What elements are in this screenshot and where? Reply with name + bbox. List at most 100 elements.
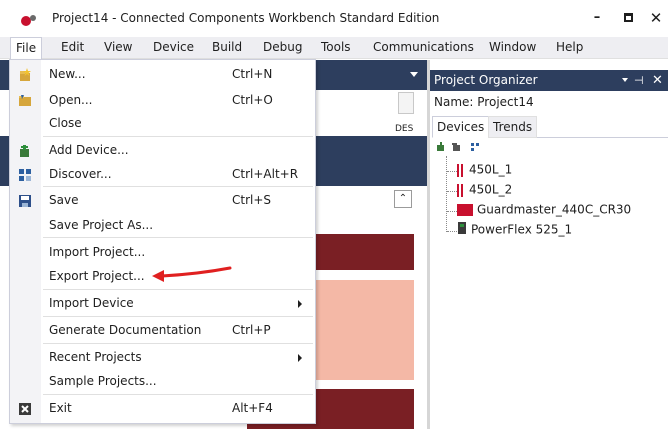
menu-shortcut: Ctrl+P	[232, 323, 271, 337]
collapse-button[interactable]: ⌃	[394, 190, 412, 208]
menu-build[interactable]: Build	[207, 37, 247, 59]
save-disk-icon	[19, 195, 31, 207]
device-label: Guardmaster_440C_CR30	[477, 202, 632, 217]
menu-item-new[interactable]: New... Ctrl+N	[10, 62, 315, 88]
menu-label: Open...	[49, 93, 93, 107]
menu-device[interactable]: Device	[148, 37, 199, 59]
tree-branch	[447, 211, 457, 212]
file-menu-dropdown: New... Ctrl+N Open... Ctrl+O Close Add D…	[9, 59, 316, 424]
submenu-arrow-icon	[298, 300, 302, 308]
device-label: PowerFlex 525_1	[471, 222, 573, 237]
project-name-value: Project14	[477, 95, 534, 109]
annotation-arrow-icon	[152, 266, 232, 282]
menu-separator	[43, 136, 313, 137]
menu-label: Generate Documentation	[49, 323, 202, 337]
project-organizer-title: Project Organizer	[430, 70, 668, 91]
menu-debug[interactable]: Debug	[258, 37, 307, 59]
tree-branch	[447, 231, 457, 232]
menu-label: Sample Projects...	[49, 374, 157, 388]
minimize-button[interactable]: –	[580, 4, 614, 32]
tree-branch	[447, 171, 457, 172]
design-view-icon[interactable]	[398, 92, 414, 114]
menu-item-exit[interactable]: Exit Alt+F4	[10, 396, 315, 422]
close-window-button[interactable]: ✕	[639, 4, 668, 32]
menu-label: Close	[49, 116, 82, 130]
menu-label: Recent Projects	[49, 350, 142, 364]
tab-trends[interactable]: Trends	[488, 116, 538, 138]
menu-label: Import Device	[49, 296, 134, 310]
project-name-label: Name:	[434, 95, 474, 109]
menu-item-save-as[interactable]: Save Project As...	[10, 213, 315, 239]
project-name: Name: Project14	[434, 95, 534, 109]
organizer-tabs: Devices Trends	[432, 116, 668, 138]
tab-dropdown-icon[interactable]	[410, 72, 418, 77]
panel-close-button[interactable]: ✕	[652, 70, 663, 91]
tree-branch	[447, 191, 457, 192]
menu-shortcut: Ctrl+Alt+R	[232, 167, 299, 181]
title-bar: Project14 - Connected Components Workben…	[0, 0, 668, 37]
exit-icon	[19, 403, 31, 415]
menu-shortcut: Ctrl+N	[232, 67, 273, 81]
menu-label: Save Project As...	[49, 218, 154, 232]
open-folder-icon	[19, 95, 31, 106]
menu-separator	[43, 186, 313, 187]
panel-options-icon[interactable]	[622, 78, 628, 82]
menu-item-generate-docs[interactable]: Generate Documentation Ctrl+P	[10, 318, 315, 344]
tab-devices[interactable]: Devices	[432, 116, 490, 138]
menu-item-sample-projects[interactable]: Sample Projects...	[10, 369, 315, 395]
device-tree-item[interactable]: PowerFlex 525_1	[457, 222, 572, 240]
design-view-label: DES	[395, 124, 414, 134]
safety-relay-icon	[457, 183, 465, 197]
device-tree-item[interactable]: 450L_1	[457, 162, 512, 180]
app-logo-icon	[21, 15, 36, 26]
safety-relay-icon	[457, 163, 465, 177]
submenu-arrow-icon	[298, 354, 302, 362]
menu-label: Add Device...	[49, 143, 129, 157]
add-device-icon[interactable]	[436, 142, 446, 152]
guardmaster-icon	[457, 203, 473, 217]
menu-tools[interactable]: Tools	[316, 37, 356, 59]
menu-item-close[interactable]: Close	[10, 111, 315, 137]
menu-shortcut: Ctrl+S	[232, 193, 272, 207]
menu-help[interactable]: Help	[551, 37, 588, 59]
remove-device-icon[interactable]	[452, 142, 462, 152]
new-project-icon	[20, 68, 31, 81]
window-title: Project14 - Connected Components Workben…	[52, 11, 440, 25]
drive-icon	[457, 222, 467, 237]
project-organizer-panel	[430, 91, 668, 429]
menu-item-recent-projects[interactable]: Recent Projects	[10, 345, 315, 371]
menu-communications[interactable]: Communications	[368, 37, 479, 59]
device-label: 450L_1	[469, 162, 513, 177]
menu-label: New...	[49, 67, 86, 81]
device-label: 450L_2	[469, 182, 513, 197]
menu-separator	[43, 343, 313, 344]
menu-bar: File Edit View Device Build Debug Tools …	[0, 37, 668, 59]
menu-shortcut: Ctrl+O	[232, 93, 273, 107]
menu-window[interactable]: Window	[484, 37, 541, 59]
maximize-icon	[623, 13, 633, 22]
menu-item-import-device[interactable]: Import Device	[10, 291, 315, 317]
pin-icon[interactable]: ⊣	[634, 70, 644, 91]
menu-view[interactable]: View	[99, 37, 137, 59]
menu-label: Exit	[49, 401, 72, 415]
menu-label: Import Project...	[49, 245, 146, 259]
menu-item-add-device[interactable]: Add Device...	[10, 138, 315, 164]
discover-icon[interactable]	[470, 142, 480, 152]
menu-separator	[43, 316, 313, 317]
menu-item-save[interactable]: Save Ctrl+S	[10, 188, 315, 214]
menu-separator	[43, 289, 313, 290]
menu-item-discover[interactable]: Discover... Ctrl+Alt+R	[10, 162, 315, 188]
menu-separator	[43, 394, 313, 395]
device-tree-item[interactable]: Guardmaster_440C_CR30	[457, 202, 631, 220]
menu-edit[interactable]: Edit	[56, 37, 89, 59]
menu-label: Discover...	[49, 167, 112, 181]
device-tree-item[interactable]: 450L_2	[457, 182, 512, 200]
menu-file[interactable]: File	[10, 37, 43, 59]
add-device-icon	[20, 145, 29, 157]
tree-connector	[446, 156, 447, 232]
menu-shortcut: Alt+F4	[232, 401, 273, 415]
menu-label: Save	[49, 193, 79, 207]
discover-icon	[19, 169, 31, 181]
menu-separator	[43, 237, 313, 238]
menu-label: Export Project...	[49, 269, 145, 283]
